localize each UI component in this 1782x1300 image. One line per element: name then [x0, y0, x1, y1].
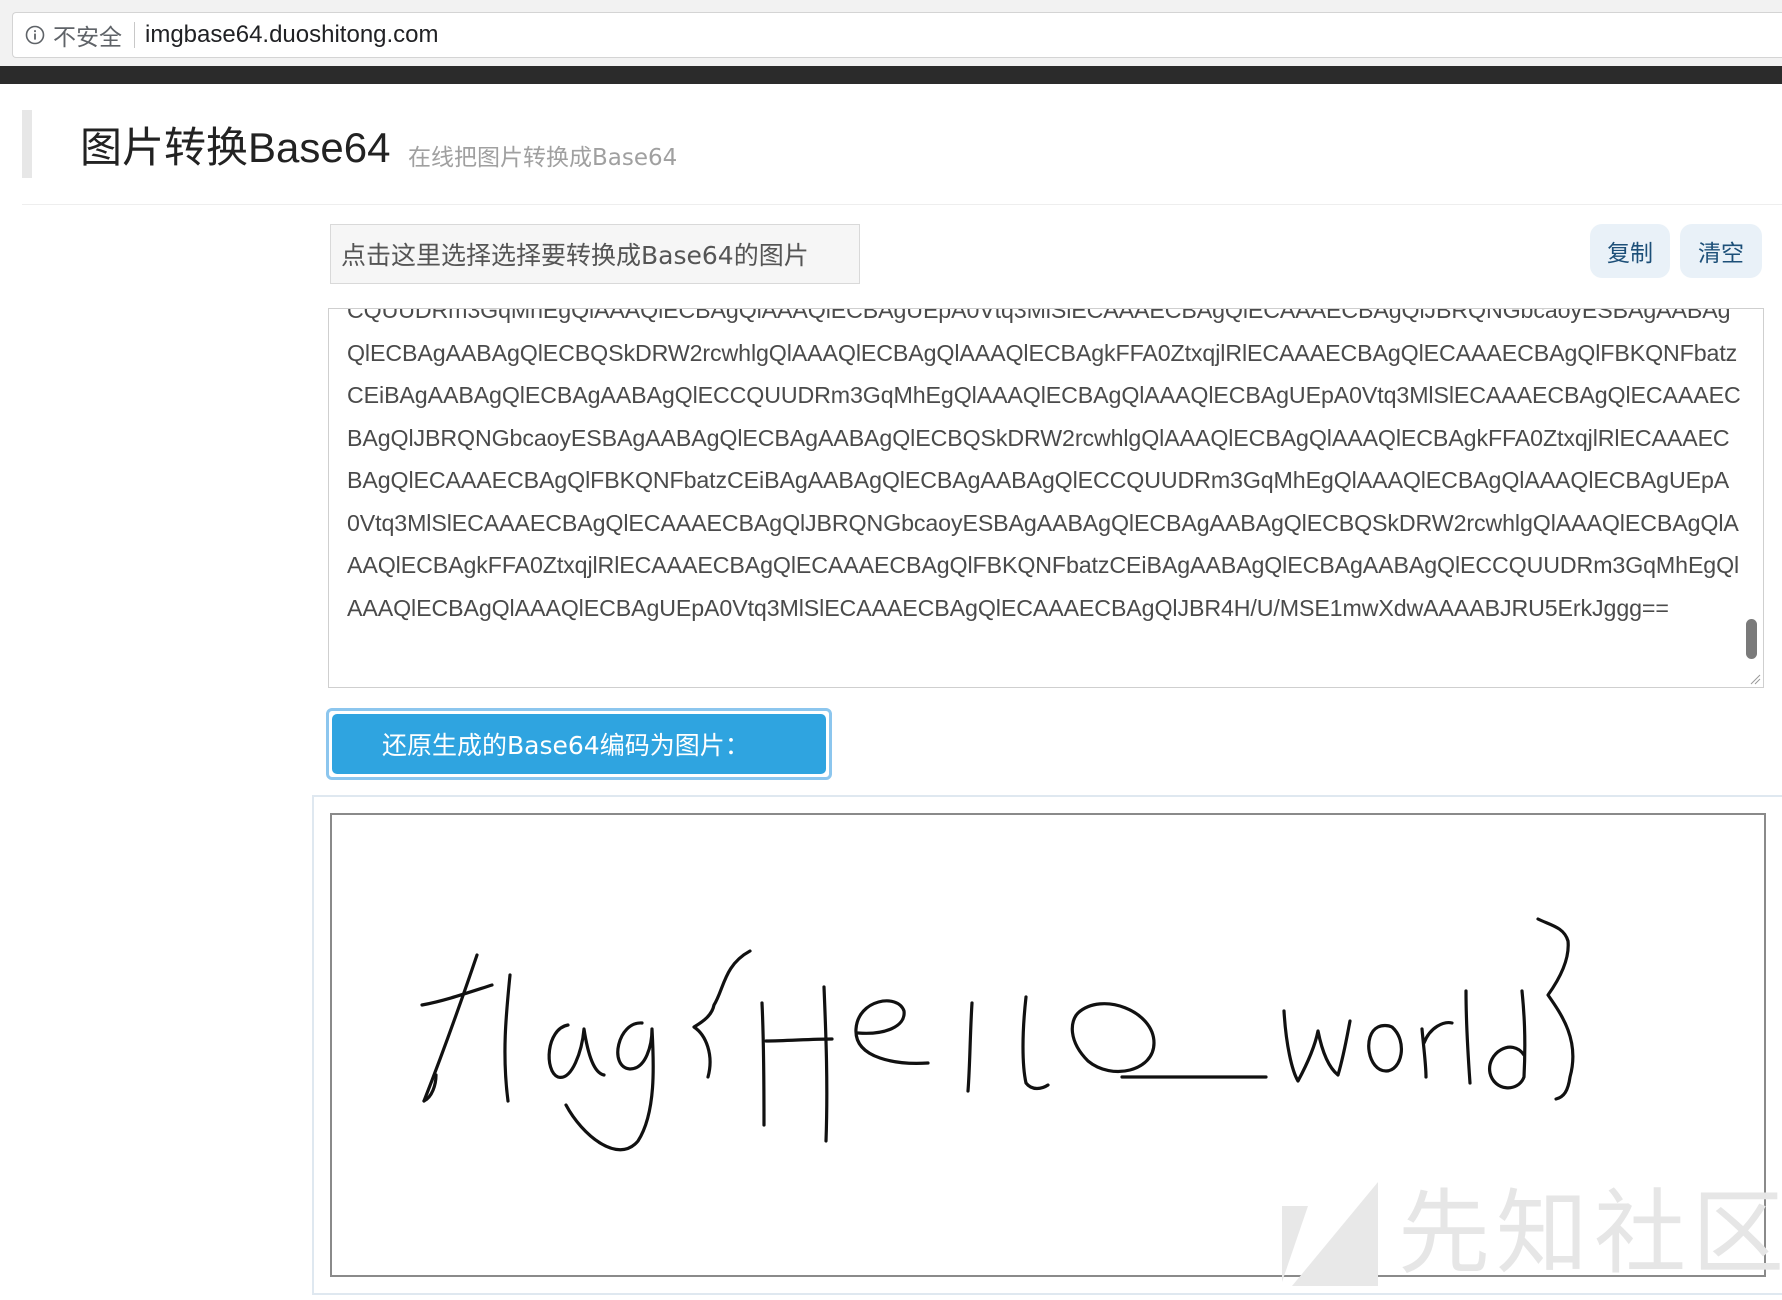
resize-grip-icon[interactable]	[1749, 673, 1761, 685]
copy-button[interactable]: 复制	[1590, 224, 1670, 278]
url-separator	[134, 22, 135, 48]
restore-image-button[interactable]: 还原生成的Base64编码为图片：	[326, 708, 832, 780]
page-subtitle: 在线把图片转换成Base64	[408, 145, 678, 171]
watermark-text: 先知社区	[1398, 1180, 1782, 1287]
page-title: 图片转换Base64	[80, 124, 391, 171]
browser-address-bar: 不安全 imgbase64.duoshitong.com	[0, 0, 1782, 66]
top-dark-bar	[0, 66, 1782, 84]
clear-button[interactable]: 清空	[1680, 224, 1762, 278]
info-icon[interactable]	[25, 25, 45, 45]
base64-text[interactable]: CQUUDRm3GqMhEgQlAAAQlECBAgQlAAAQlECBAgUE…	[347, 309, 1741, 629]
url-box[interactable]: 不安全 imgbase64.duoshitong.com	[12, 12, 1782, 58]
textarea-scrollbar[interactable]	[1746, 619, 1757, 659]
page-header: 图片转换Base64 在线把图片转换成Base64	[22, 108, 1782, 205]
watermark-logo-icon	[1282, 1182, 1378, 1286]
base64-textarea[interactable]: CQUUDRm3GqMhEgQlAAAQlECBAgQlAAAQlECBAgUE…	[328, 308, 1764, 688]
header-accent-bar	[22, 110, 32, 178]
file-select-button[interactable]: 点击这里选择选择要转换成Base64的图片	[330, 224, 860, 284]
security-label[interactable]: 不安全	[53, 18, 122, 52]
url-text[interactable]: imgbase64.duoshitong.com	[145, 21, 439, 49]
restore-image-label: 还原生成的Base64编码为图片：	[332, 714, 826, 774]
